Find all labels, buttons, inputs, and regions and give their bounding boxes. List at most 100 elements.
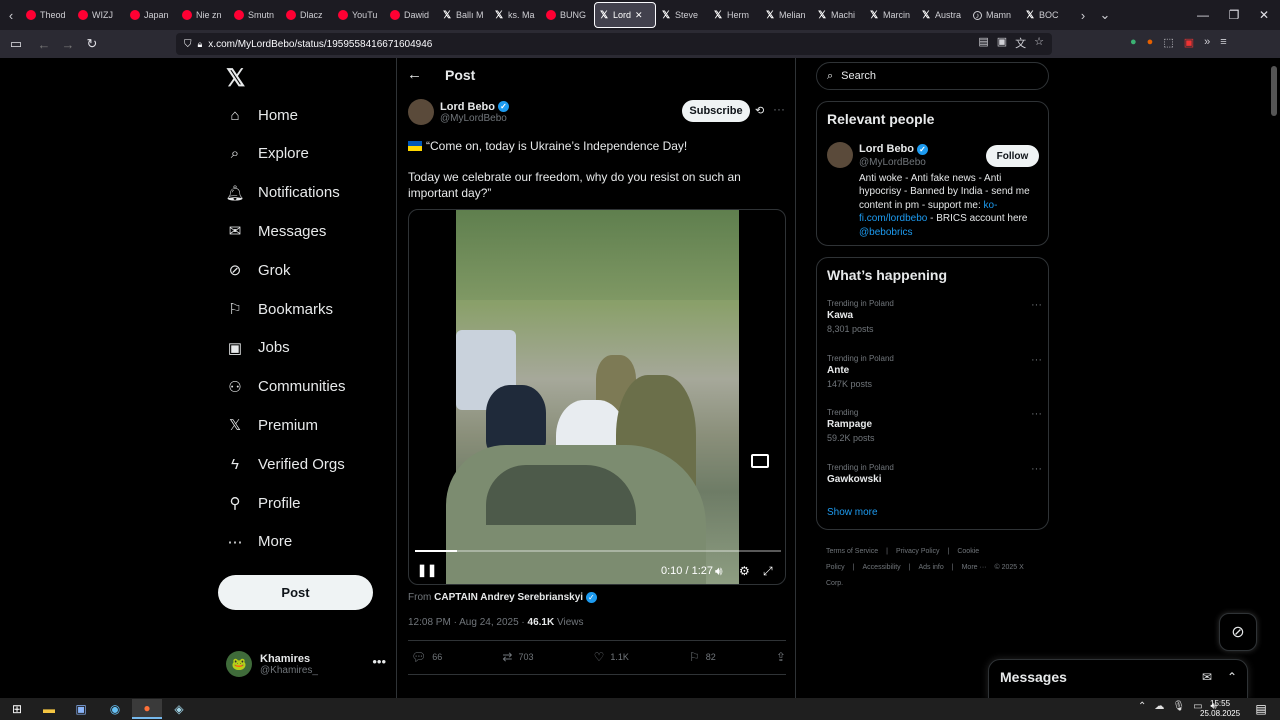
- back-icon[interactable]: ←: [32, 32, 56, 56]
- restore-icon[interactable]: ❐: [1218, 0, 1250, 30]
- trend-more-icon[interactable]: ···: [1031, 354, 1042, 366]
- author-name[interactable]: Lord Bebo: [440, 101, 495, 113]
- pause-icon[interactable]: ❚❚: [417, 563, 437, 577]
- nav-item-grok[interactable]: ⊘ Grok: [226, 257, 291, 283]
- bookmark-button[interactable]: ⚐ 82: [689, 650, 716, 664]
- address-bar[interactable]: ⛉ 🔒︎ x.com/MyLordBebo/status/19595584166…: [176, 33, 1052, 55]
- trend-item[interactable]: Trending in Poland Ante 147K posts ···: [827, 354, 1042, 389]
- browser-tab[interactable]: 𝕏 Ballı M: [438, 2, 489, 28]
- extension-shield-icon[interactable]: ●: [1130, 36, 1137, 49]
- file-explorer-icon[interactable]: ▬: [34, 699, 64, 719]
- source-name[interactable]: CAPTAIN Andrey Serebrianskyi: [434, 592, 583, 603]
- sidebar-toggle-icon[interactable]: ▭: [4, 32, 28, 56]
- start-icon[interactable]: ⊞: [2, 699, 32, 719]
- footer-link[interactable]: Ads info: [918, 564, 943, 571]
- microphone-icon[interactable]: 🎙︎: [1172, 701, 1185, 712]
- nav-item-premium[interactable]: 𝕏 Premium: [226, 412, 318, 438]
- browser-tab[interactable]: Dawid: [386, 2, 437, 28]
- browser-tab[interactable]: YouTu: [334, 2, 385, 28]
- settings-gear-icon[interactable]: ⚙: [739, 564, 750, 578]
- nav-item-verified-orgs[interactable]: ϟ Verified Orgs: [226, 451, 345, 477]
- nav-item-notifications[interactable]: 🔔︎ Notifications: [225, 180, 339, 206]
- browser-tab[interactable]: 𝕏 Melian: [761, 2, 812, 28]
- subscribe-button[interactable]: Subscribe: [682, 100, 750, 122]
- trend-item[interactable]: Trending Rampage 59.2K posts ···: [827, 408, 1042, 443]
- fullscreen-icon[interactable]: ⤢: [763, 564, 773, 579]
- browser-tab[interactable]: WIZJ: [74, 2, 125, 28]
- nav-item-profile[interactable]: ⚲ Profile: [226, 490, 301, 516]
- app-icon[interactable]: ◈: [164, 699, 194, 719]
- tab-scroll-left-icon[interactable]: ‹: [0, 0, 22, 30]
- trend-item[interactable]: Trending in Poland Gawkowski ···: [827, 463, 1042, 485]
- back-arrow-icon[interactable]: ←: [407, 66, 422, 83]
- browser-tab[interactable]: 𝕏 Marcin: [865, 2, 916, 28]
- browser-tab[interactable]: 𝕏 Steve: [657, 2, 708, 28]
- steam-icon[interactable]: ◉: [100, 699, 130, 719]
- person-name[interactable]: Lord Bebo: [859, 143, 914, 155]
- nav-item-more[interactable]: ⋯ More: [226, 529, 293, 555]
- browser-tab[interactable]: 𝕏ks. Ma: [490, 2, 541, 28]
- app-icon[interactable]: ▣: [66, 699, 96, 719]
- page-scrollbar[interactable]: [1268, 58, 1280, 698]
- post-more-icon[interactable]: ···: [773, 102, 785, 116]
- show-more-link[interactable]: Show more: [827, 507, 878, 518]
- grok-floating-icon[interactable]: ⊘: [1219, 613, 1257, 651]
- author-handle[interactable]: @MyLordBebo: [440, 113, 509, 124]
- repost-button[interactable]: ⇄ 703: [502, 650, 533, 664]
- minimize-icon[interactable]: —: [1187, 0, 1219, 30]
- nav-item-jobs[interactable]: ▣ Jobs: [226, 335, 290, 361]
- video-frame[interactable]: [446, 210, 739, 584]
- browser-tab[interactable]: 𝕏 Lord ✕: [594, 2, 656, 28]
- browser-tab[interactable]: 𝕏 Machi: [813, 2, 864, 28]
- video-player[interactable]: ❚❚ 0:10 / 1:27 🔊︎ ⚙ ⤢: [408, 209, 786, 585]
- nav-item-home[interactable]: ⌂ Home: [226, 102, 298, 128]
- nav-item-communities[interactable]: ⚇ Communities: [226, 374, 345, 400]
- post-author[interactable]: Lord Bebo ✓ @MyLordBebo: [408, 99, 509, 125]
- like-button[interactable]: ♡ 1.1K: [594, 650, 629, 664]
- reply-button[interactable]: 💬︎ 66: [411, 650, 442, 664]
- nav-item-messages[interactable]: ✉ Messages: [226, 218, 327, 244]
- video-progress-bar[interactable]: [415, 550, 781, 552]
- search-input[interactable]: ⌕ Search: [816, 62, 1049, 90]
- trend-more-icon[interactable]: ···: [1031, 408, 1042, 420]
- footer-link[interactable]: Privacy Policy: [896, 548, 940, 555]
- trend-item[interactable]: Trending in Poland Kawa 8,301 posts ···: [827, 299, 1042, 334]
- expand-chevron-icon[interactable]: ⌃: [1227, 670, 1237, 684]
- x-logo-icon[interactable]: 𝕏: [226, 64, 245, 93]
- follow-button[interactable]: Follow: [986, 145, 1039, 167]
- tab-list-dropdown-icon[interactable]: ⌄: [1094, 0, 1116, 30]
- new-message-icon[interactable]: ✉: [1202, 670, 1212, 684]
- browser-tab[interactable]: Smutn: [230, 2, 281, 28]
- lock-icon[interactable]: 🔒︎: [198, 39, 203, 50]
- browser-tab[interactable]: Dlacz: [282, 2, 333, 28]
- footer-link[interactable]: Accessibility: [863, 564, 901, 571]
- url-text[interactable]: x.com/MyLordBebo/status/1959558416671604…: [208, 39, 432, 50]
- grok-explain-icon[interactable]: ⟲: [755, 104, 764, 117]
- author-avatar[interactable]: [408, 99, 434, 125]
- picture-icon[interactable]: ▣: [997, 35, 1007, 51]
- volume-icon[interactable]: 🔊︎: [715, 564, 723, 579]
- messages-drawer[interactable]: Messages ✉ ⌃: [988, 659, 1248, 699]
- picture-in-picture-icon[interactable]: [751, 454, 769, 468]
- bookmark-star-icon[interactable]: ☆: [1034, 35, 1044, 51]
- account-more-icon[interactable]: •••: [372, 654, 386, 669]
- tab-scroll-right-icon[interactable]: ›: [1072, 0, 1094, 30]
- browser-tab[interactable]: 𝕏 Austra: [917, 2, 968, 28]
- trend-more-icon[interactable]: ···: [1031, 463, 1042, 475]
- footer-link[interactable]: More ···: [962, 564, 987, 571]
- browser-tab[interactable]: ♪ Mamn: [969, 2, 1020, 28]
- reload-icon[interactable]: ↻: [80, 32, 104, 56]
- firefox-icon[interactable]: ●: [132, 699, 162, 719]
- browser-tab[interactable]: 𝕏 Herm: [709, 2, 760, 28]
- browser-tab[interactable]: Japan: [126, 2, 177, 28]
- browser-tab[interactable]: BUNG: [542, 2, 593, 28]
- avatar[interactable]: [827, 142, 853, 168]
- tray-chevron-icon[interactable]: ⌃: [1138, 701, 1146, 712]
- bio-mention-link[interactable]: @bebobrics: [859, 227, 913, 238]
- nav-item-bookmarks[interactable]: ⚐ Bookmarks: [226, 296, 333, 322]
- translate-icon[interactable]: 文: [1015, 35, 1026, 51]
- overflow-chevron-icon[interactable]: »: [1204, 36, 1210, 49]
- forward-icon[interactable]: →: [56, 32, 80, 56]
- menu-hamburger-icon[interactable]: ≡: [1220, 36, 1226, 49]
- browser-tab[interactable]: Theod: [22, 2, 73, 28]
